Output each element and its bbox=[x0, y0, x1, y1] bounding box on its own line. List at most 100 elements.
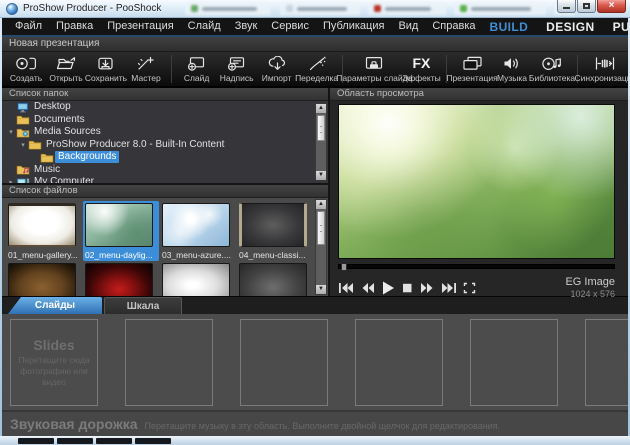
slide-placeholder-3[interactable] bbox=[240, 319, 328, 406]
menu-item-4[interactable]: Звук bbox=[228, 18, 265, 35]
file-thumbnail-rust[interactable] bbox=[6, 261, 82, 296]
slide-placeholder-6[interactable] bbox=[585, 319, 628, 406]
menu-item-2[interactable]: Презентация bbox=[100, 18, 180, 35]
play-button[interactable] bbox=[381, 281, 395, 295]
skip-end-button[interactable] bbox=[441, 282, 457, 294]
toolbar-button-open-folder[interactable]: Открыть bbox=[46, 52, 86, 86]
menu-item-8[interactable]: Справка bbox=[425, 18, 482, 35]
scrub-thumb[interactable] bbox=[341, 263, 347, 271]
toolbar-button-import-cloud[interactable]: Импорт bbox=[257, 52, 297, 86]
tab-favicon bbox=[286, 5, 293, 12]
background-browser-tab bbox=[280, 2, 360, 15]
scrollbar-track[interactable] bbox=[316, 247, 326, 285]
toolbar-button-save[interactable]: Сохранить bbox=[85, 52, 127, 86]
scroll-up-icon[interactable]: ▲ bbox=[316, 200, 326, 209]
scrollbar-thumb[interactable] bbox=[317, 211, 325, 245]
scroll-up-icon[interactable]: ▲ bbox=[316, 104, 326, 113]
open-folder-icon bbox=[54, 55, 78, 71]
window-border-bottom bbox=[0, 436, 630, 445]
skip-start-button[interactable] bbox=[338, 282, 354, 294]
rewind-button[interactable] bbox=[360, 282, 375, 294]
toolbar-button-slide-options[interactable]: Параметры слайда bbox=[336, 52, 412, 86]
menu-item-6[interactable]: Публикация bbox=[316, 18, 391, 35]
scrollbar-thumb[interactable] bbox=[317, 115, 325, 141]
tree-item-desktop[interactable]: Desktop bbox=[2, 101, 328, 114]
close-icon: × bbox=[608, 0, 615, 11]
background-taskbar-item bbox=[57, 438, 93, 444]
file-thumbnail-01-menu-gallery-[interactable]: 01_menu-gallery... bbox=[6, 201, 82, 261]
tree-item-backgrounds[interactable]: Backgrounds bbox=[2, 151, 328, 164]
add-slide-icon bbox=[185, 55, 209, 71]
preview-panel-header: Область просмотра bbox=[330, 88, 628, 101]
tree-item-label: Music bbox=[34, 163, 61, 175]
mode-build[interactable]: BUILD bbox=[483, 20, 536, 34]
folder-tree-scrollbar[interactable]: ▲ ▼ bbox=[315, 103, 327, 181]
mode-design[interactable]: DESIGN bbox=[539, 20, 601, 34]
toolbar-button-fx[interactable]: FX Эффекты bbox=[401, 52, 441, 86]
menu-item-5[interactable]: Сервис bbox=[264, 18, 316, 35]
toolbar: Создать Открыть Сохранить Мастер Слайд Надпис… bbox=[2, 52, 630, 88]
tree-item-my-computer[interactable]: ▸ My Computer bbox=[2, 176, 328, 183]
menu-item-3[interactable]: Слайд bbox=[181, 18, 228, 35]
tree-item-music[interactable]: Music bbox=[2, 164, 328, 177]
file-thumbnail-curtain[interactable] bbox=[83, 261, 159, 296]
menu-item-1[interactable]: Правка bbox=[49, 18, 100, 35]
file-name-label: 03_menu-azure.... bbox=[162, 250, 231, 260]
fullscreen-button[interactable] bbox=[463, 282, 476, 294]
soundtrack-bar[interactable]: Звуковая дорожка Перетащите музыку в эту… bbox=[2, 410, 628, 436]
tab-text-blur bbox=[385, 6, 431, 11]
close-button[interactable]: × bbox=[597, 0, 626, 13]
menu-item-7[interactable]: Вид bbox=[391, 18, 425, 35]
file-thumbnail-silver[interactable] bbox=[160, 261, 236, 296]
computer-icon bbox=[16, 177, 31, 183]
toolbar-button-remix-wand[interactable]: Переделка bbox=[295, 52, 339, 86]
thumbnail-image bbox=[162, 203, 230, 247]
file-thumbnail-charcoal[interactable] bbox=[237, 261, 313, 296]
toolbar-button-library-disc[interactable]: Библиотека bbox=[529, 52, 575, 86]
fast-forward-button[interactable] bbox=[420, 282, 435, 294]
background-browser-tab bbox=[185, 2, 270, 15]
minimize-button[interactable] bbox=[557, 0, 576, 13]
tab-timeline[interactable]: Шкала bbox=[104, 297, 182, 314]
file-thumbnail-04-menu-classi-[interactable]: 04_menu-classi... bbox=[237, 201, 313, 261]
right-column: Область просмотра EG Image 1024 x 576 bbox=[330, 88, 628, 299]
toolbar-button-speaker[interactable]: Музыка bbox=[492, 52, 532, 86]
toolbar-button-add-slide[interactable]: Слайд bbox=[177, 52, 217, 86]
toolbar-button-show-stack[interactable]: Презентация bbox=[446, 52, 498, 86]
thumbnail-image bbox=[239, 203, 307, 247]
scroll-down-icon[interactable]: ▼ bbox=[316, 285, 326, 294]
menu-item-0[interactable]: Файл bbox=[8, 18, 49, 35]
file-list-scrollbar[interactable]: ▲ ▼ bbox=[315, 199, 327, 295]
scrub-bar[interactable] bbox=[338, 263, 615, 271]
slide-placeholder-1[interactable]: Slides Перетащите сюда фотографию или виде… bbox=[10, 319, 98, 406]
scroll-down-icon[interactable]: ▼ bbox=[316, 171, 326, 180]
stop-button[interactable] bbox=[401, 282, 414, 294]
slide-placeholder-2[interactable] bbox=[125, 319, 213, 406]
toolbar-button-label: Импорт bbox=[261, 73, 292, 83]
file-name-label: 02_menu-daylig... bbox=[85, 250, 153, 260]
slide-placeholder-5[interactable] bbox=[470, 319, 558, 406]
tree-expander-icon[interactable]: ▸ bbox=[6, 178, 16, 183]
mode-publish[interactable]: PUBLISH bbox=[606, 20, 630, 34]
toolbar-button-label: Переделка bbox=[295, 73, 339, 83]
tree-expander-icon[interactable]: ▾ bbox=[18, 141, 28, 149]
tree-item-media-sources[interactable]: ▾ Media Sources bbox=[2, 126, 328, 139]
slide-placeholder-4[interactable] bbox=[355, 319, 443, 406]
tree-item-proshow-producer-8-0-built-in-content[interactable]: ▾ ProShow Producer 8.0 - Built-In Content bbox=[2, 139, 328, 152]
add-caption-icon bbox=[225, 55, 249, 71]
maximize-button[interactable] bbox=[577, 0, 596, 13]
file-thumbnail-03-menu-azure-[interactable]: 03_menu-azure.... bbox=[160, 201, 236, 261]
toolbar-button-wizard-wand[interactable]: Мастер bbox=[126, 52, 166, 86]
preview-area: EG Image 1024 x 576 bbox=[330, 101, 628, 299]
toolbar-button-add-caption[interactable]: Надпись bbox=[217, 52, 257, 86]
thumbnail-image bbox=[8, 263, 76, 296]
background-taskbar-item bbox=[18, 438, 54, 444]
tree-expander-icon[interactable]: ▾ bbox=[6, 128, 16, 136]
scrollbar-track[interactable] bbox=[316, 143, 326, 171]
toolbar-button-sync[interactable]: Синхронизация bbox=[575, 52, 630, 86]
tab-slides[interactable]: Слайды bbox=[8, 297, 102, 314]
file-thumbnail-02-menu-daylig-[interactable]: 02_menu-daylig... bbox=[83, 201, 159, 261]
folder-icon bbox=[16, 114, 31, 125]
tree-item-documents[interactable]: Documents bbox=[2, 114, 328, 127]
toolbar-button-new-show[interactable]: Создать bbox=[6, 52, 46, 86]
